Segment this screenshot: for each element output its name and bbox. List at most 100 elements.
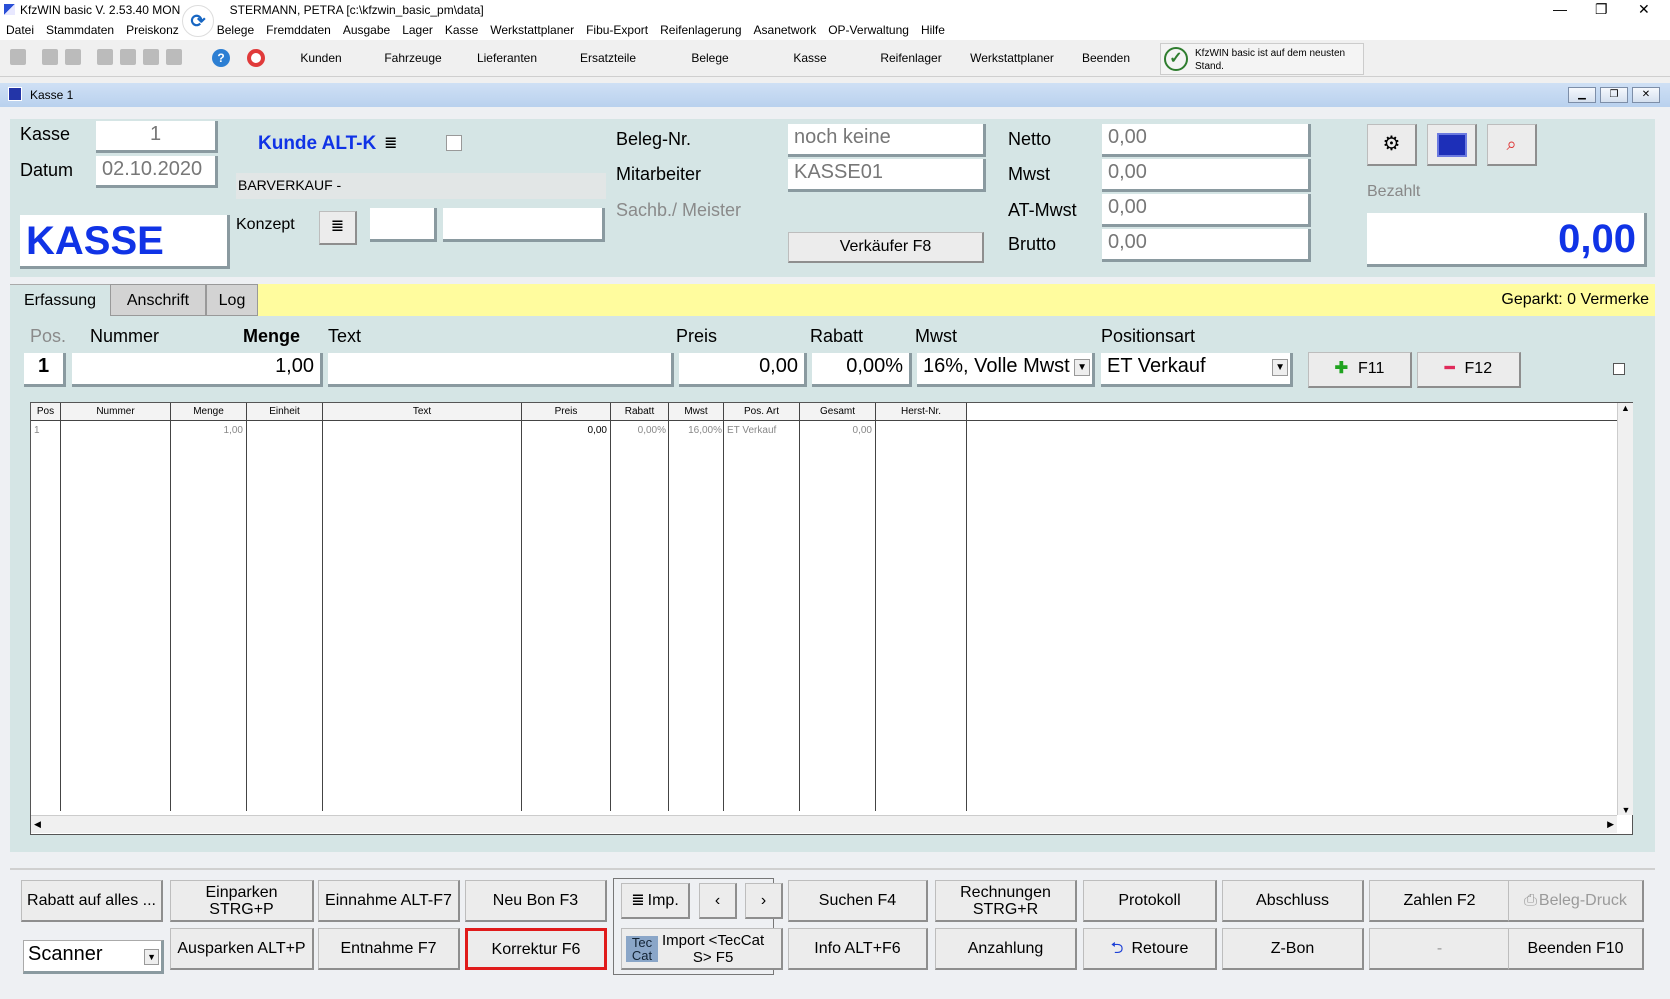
restore-icon[interactable]: ❐ [1595,1,1608,18]
toolbar-werkstattplaner[interactable]: Werkstattplaner [966,51,1058,65]
toolbar-lieferanten[interactable]: Lieferanten [470,51,544,65]
toolbar-belege[interactable]: Belege [680,51,740,65]
tools-icon[interactable] [97,49,113,65]
scroll-down-icon[interactable]: ▼ [1618,805,1634,815]
horizontal-scrollbar[interactable]: ◀ ▶ [31,815,1617,833]
mitarbeiter-field[interactable]: KASSE01 [788,159,986,192]
kunde-menu-icon[interactable]: ≣ [384,133,397,153]
vertical-scrollbar[interactable]: ▲ ▼ [1617,403,1633,815]
import-icon[interactable] [166,49,182,65]
chevron-down-icon[interactable]: ▼ [1272,359,1288,376]
rechnungen-button[interactable]: Rechnungen STRG+R [935,880,1077,922]
car-icon[interactable] [42,49,58,65]
scroll-right-icon[interactable]: ▶ [1607,819,1614,830]
menu-preiskonz[interactable]: Preiskonz [120,20,185,40]
toolbar-beenden[interactable]: Beenden [1076,51,1136,65]
imp-button[interactable]: ≣ Imp. [621,883,690,919]
menu-datei[interactable]: Datei [0,20,40,40]
add-position-button[interactable]: ✚ F11 [1308,352,1412,388]
entnahme-button[interactable]: Entnahme F7 [318,928,460,970]
tab-erfassung[interactable]: Erfassung [10,284,110,316]
grid-header-gesamt[interactable]: Gesamt [800,403,876,421]
grid-header-text[interactable]: Text [323,403,522,421]
grid-header-nummer[interactable]: Nummer [61,403,171,421]
entry-checkbox[interactable] [1613,363,1625,375]
beleg-field[interactable]: noch keine [788,124,986,157]
kasse-field[interactable]: 1 [96,121,218,153]
zahlen-button[interactable]: Zahlen F2 [1369,880,1511,922]
import-teccat-button[interactable]: Tec Cat Import <TecCat S> F5 [621,928,783,970]
toolbar-fahrzeuge[interactable]: Fahrzeuge [378,51,448,65]
pos-field[interactable]: 1 [24,353,66,387]
menu-werkstattplaner[interactable]: Werkstattplaner [484,20,580,40]
register-icon[interactable] [1427,124,1477,166]
grid-header-preis[interactable]: Preis [522,403,611,421]
rabatt-auf-alles-button[interactable]: Rabatt auf alles ... [21,880,163,922]
chart-icon[interactable] [143,49,159,65]
toolbar-kasse[interactable]: Kasse [780,51,840,65]
table-row[interactable]: 1 1,00 0,00 0,00% 16,00% ET Verkauf 0,00 [31,423,1617,437]
menu-stammdaten[interactable]: Stammdaten [40,20,120,40]
menu-reifenlagerung[interactable]: Reifenlagerung [654,20,747,40]
anzahlung-button[interactable]: Anzahlung [935,928,1077,970]
z-bon-button[interactable]: Z-Bon [1222,928,1364,970]
remote-support-icon[interactable]: ⟳ [182,5,214,37]
grid-header-herst-nr[interactable]: Herst-Nr. [876,403,967,421]
mwst-select[interactable]: 16%, Volle Mwst ▼ [917,353,1095,387]
grid-header-pos[interactable]: Pos [31,403,61,421]
coins-icon[interactable]: ⚙ [1367,124,1417,166]
menge-field[interactable]: 1,00 [243,353,323,387]
grid-header-posart[interactable]: Pos. Art [724,403,800,421]
einnahme-button[interactable]: Einnahme ALT-F7 [318,880,460,922]
menu-lager[interactable]: Lager [396,20,439,40]
disabled-button[interactable]: - [1369,928,1511,970]
menu-fibu-export[interactable]: Fibu-Export [580,20,654,40]
verkaeufer-button[interactable]: Verkäufer F8 [788,232,984,263]
menu-fremddaten[interactable]: Fremddaten [260,20,337,40]
preis-field[interactable]: 0,00 [679,353,807,387]
neu-bon-button[interactable]: Neu Bon F3 [465,880,607,922]
minimize-icon[interactable]: — [1553,1,1567,17]
menu-asanetwork[interactable]: Asanetwork [748,20,823,40]
positionsart-select[interactable]: ET Verkauf ▼ [1101,353,1293,387]
text-field[interactable] [328,353,674,387]
datum-field[interactable]: 02.10.2020 [96,156,218,188]
konzept-field-1[interactable] [370,208,437,242]
chevron-down-icon[interactable]: ▼ [144,949,159,965]
menu-hilfe[interactable]: Hilfe [915,20,951,40]
kunde-link[interactable]: Kunde ALT-K [258,133,376,155]
scroll-up-icon[interactable]: ▲ [1618,403,1633,413]
toolbar-ersatzteile[interactable]: Ersatzteile [570,51,646,65]
tab-anschrift[interactable]: Anschrift [110,284,206,316]
toolbar-kunden[interactable]: Kunden [286,51,356,65]
konzept-menu-button[interactable]: ≣ [319,211,357,245]
beenden-button[interactable]: Beenden F10 [1508,928,1644,970]
toolbar-reifenlager[interactable]: Reifenlager [874,51,948,65]
protokoll-button[interactable]: Protokoll [1083,880,1217,922]
previous-button[interactable]: ‹ [699,883,737,919]
document-icon[interactable] [65,49,81,65]
abschluss-button[interactable]: Abschluss [1222,880,1364,922]
grid-header-mwst[interactable]: Mwst [669,403,724,421]
konzept-field-2[interactable] [443,208,605,242]
beleg-druck-button[interactable]: ⎙ Beleg-Druck [1508,880,1644,922]
nummer-field[interactable] [72,353,248,387]
tire-icon[interactable] [120,49,136,65]
grid-header-einheit[interactable]: Einheit [247,403,323,421]
rabatt-field[interactable]: 0,00% [812,353,912,387]
inner-close-icon[interactable]: ✕ [1632,87,1660,103]
retoure-button[interactable]: ⮌ Retoure [1083,928,1217,970]
grid-header-menge[interactable]: Menge [171,403,247,421]
edit-icon[interactable] [446,135,462,151]
suchen-button[interactable]: Suchen F4 [788,880,928,922]
menu-ausgabe[interactable]: Ausgabe [337,20,396,40]
menu-op-verwaltung[interactable]: OP-Verwaltung [822,20,915,40]
lifebuoy-icon[interactable] [247,49,265,67]
chevron-down-icon[interactable]: ▼ [1074,359,1090,376]
tab-log[interactable]: Log [206,284,258,316]
scroll-left-icon[interactable]: ◀ [34,819,41,830]
menu-kasse[interactable]: Kasse [439,20,484,40]
inner-restore-icon[interactable]: ❐ [1600,87,1628,103]
inner-minimize-icon[interactable]: ▁ [1568,87,1596,103]
next-button[interactable]: › [745,883,783,919]
